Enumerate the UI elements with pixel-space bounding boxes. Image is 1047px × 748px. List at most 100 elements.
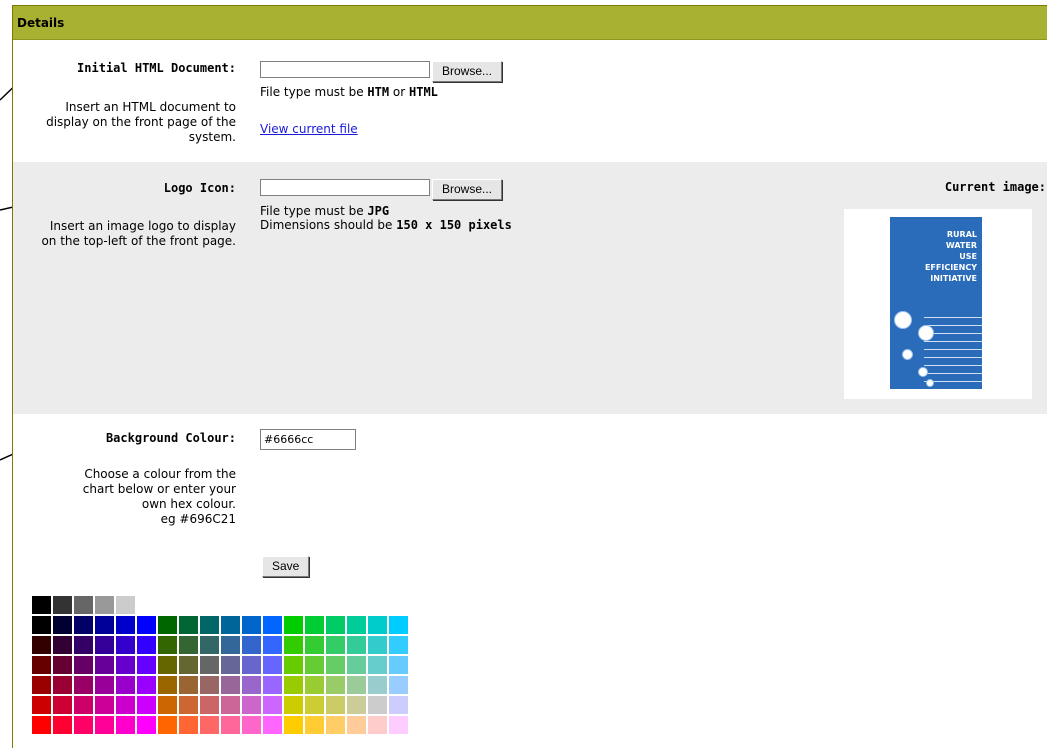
colour-swatch[interactable] [95,636,114,654]
colour-swatch[interactable] [389,716,408,734]
colour-swatch[interactable] [158,636,177,654]
colour-swatch[interactable] [179,716,198,734]
colour-swatch[interactable] [137,636,156,654]
colour-swatch[interactable] [116,696,135,714]
colour-swatch[interactable] [116,716,135,734]
colour-swatch[interactable] [53,616,72,634]
colour-swatch[interactable] [389,616,408,634]
colour-swatch[interactable] [95,716,114,734]
colour-swatch[interactable] [32,656,51,674]
colour-swatch[interactable] [116,676,135,694]
colour-swatch[interactable] [137,716,156,734]
colour-swatch[interactable] [263,716,282,734]
colour-swatch[interactable] [305,696,324,714]
colour-swatch[interactable] [347,656,366,674]
view-current-file-link[interactable]: View current file [260,122,358,136]
colour-swatch[interactable] [179,696,198,714]
colour-swatch[interactable] [158,616,177,634]
background-colour-input[interactable] [260,429,356,450]
colour-swatch[interactable] [284,636,303,654]
initial-html-browse-button[interactable]: Browse... [432,61,503,82]
colour-swatch[interactable] [326,636,345,654]
colour-swatch[interactable] [32,676,51,694]
colour-swatch[interactable] [347,636,366,654]
colour-swatch[interactable] [200,676,219,694]
colour-swatch[interactable] [242,676,261,694]
logo-icon-file-input[interactable] [260,179,430,196]
save-button[interactable]: Save [262,556,310,577]
colour-swatch[interactable] [368,716,387,734]
colour-swatch[interactable] [74,616,93,634]
colour-swatch[interactable] [389,676,408,694]
colour-swatch[interactable] [74,696,93,714]
colour-swatch[interactable] [284,696,303,714]
colour-swatch[interactable] [200,636,219,654]
colour-swatch[interactable] [179,616,198,634]
colour-swatch[interactable] [284,716,303,734]
colour-swatch[interactable] [347,616,366,634]
colour-swatch[interactable] [221,656,240,674]
colour-swatch[interactable] [242,696,261,714]
colour-swatch[interactable] [242,636,261,654]
colour-swatch[interactable] [32,716,51,734]
colour-swatch[interactable] [53,656,72,674]
colour-swatch[interactable] [95,616,114,634]
colour-swatch[interactable] [326,716,345,734]
colour-swatch[interactable] [305,616,324,634]
colour-swatch[interactable] [326,696,345,714]
colour-swatch[interactable] [305,716,324,734]
colour-swatch[interactable] [284,656,303,674]
colour-swatch[interactable] [32,596,51,614]
colour-swatch[interactable] [221,636,240,654]
colour-swatch[interactable] [200,716,219,734]
colour-swatch[interactable] [137,696,156,714]
colour-swatch[interactable] [284,616,303,634]
colour-swatch[interactable] [242,716,261,734]
colour-swatch[interactable] [116,656,135,674]
colour-swatch[interactable] [263,636,282,654]
colour-swatch[interactable] [74,656,93,674]
colour-swatch[interactable] [116,616,135,634]
colour-swatch[interactable] [368,616,387,634]
colour-swatch[interactable] [74,676,93,694]
colour-swatch[interactable] [263,616,282,634]
colour-swatch[interactable] [368,636,387,654]
colour-swatch[interactable] [284,676,303,694]
colour-swatch[interactable] [221,676,240,694]
colour-swatch[interactable] [200,616,219,634]
colour-swatch[interactable] [32,636,51,654]
colour-swatch[interactable] [95,596,114,614]
colour-swatch[interactable] [368,676,387,694]
colour-swatch[interactable] [74,716,93,734]
colour-swatch[interactable] [326,656,345,674]
colour-swatch[interactable] [32,696,51,714]
colour-swatch[interactable] [95,696,114,714]
colour-swatch[interactable] [53,696,72,714]
colour-swatch[interactable] [74,596,93,614]
colour-swatch[interactable] [263,656,282,674]
colour-swatch[interactable] [179,656,198,674]
colour-swatch[interactable] [53,676,72,694]
colour-swatch[interactable] [200,656,219,674]
colour-swatch[interactable] [305,656,324,674]
colour-swatch[interactable] [242,616,261,634]
logo-icon-browse-button[interactable]: Browse... [432,179,503,200]
colour-swatch[interactable] [326,676,345,694]
colour-swatch[interactable] [221,716,240,734]
colour-swatch[interactable] [389,636,408,654]
colour-swatch[interactable] [347,676,366,694]
colour-swatch[interactable] [95,676,114,694]
colour-swatch[interactable] [326,616,345,634]
colour-swatch[interactable] [242,656,261,674]
colour-swatch[interactable] [158,716,177,734]
colour-swatch[interactable] [53,636,72,654]
colour-swatch[interactable] [53,716,72,734]
colour-swatch[interactable] [116,636,135,654]
colour-swatch[interactable] [158,656,177,674]
colour-swatch[interactable] [221,696,240,714]
colour-swatch[interactable] [389,656,408,674]
colour-swatch[interactable] [347,696,366,714]
colour-swatch[interactable] [179,636,198,654]
colour-swatch[interactable] [179,676,198,694]
colour-swatch[interactable] [137,616,156,634]
